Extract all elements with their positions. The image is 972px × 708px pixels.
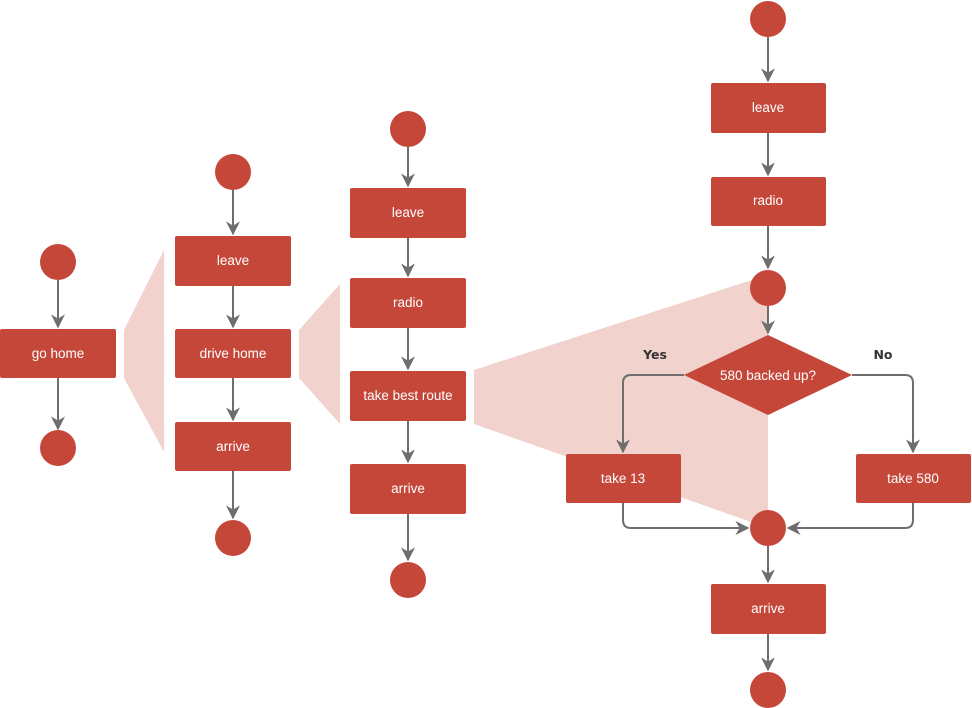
- end-node-level-2[interactable]: [215, 520, 251, 556]
- edge-l4-decision-take-580: [852, 374, 920, 454]
- action-label-take-best-route: take best route: [363, 388, 452, 403]
- start-node-level-4[interactable]: [750, 1, 786, 37]
- expansion-wedge-drive-home: [299, 284, 340, 424]
- junction-node-branch-start[interactable]: [750, 270, 786, 306]
- decision-label-580-backed-up: 580 backed up?: [720, 368, 816, 383]
- edge-label-yes: Yes: [642, 347, 667, 362]
- action-label-leave-l3: leave: [392, 205, 424, 220]
- junction-node-merge[interactable]: [750, 510, 786, 546]
- end-node-level-1[interactable]: [40, 430, 76, 466]
- action-label-leave-l2: leave: [217, 253, 249, 268]
- action-label-take-580: take 580: [887, 471, 939, 486]
- action-label-arrive-l3: arrive: [391, 481, 425, 496]
- end-node-level-3[interactable]: [390, 562, 426, 598]
- edge-l4-take-580-merge: [786, 503, 914, 535]
- edge-label-no: No: [873, 347, 892, 362]
- action-label-radio-l3: radio: [393, 295, 423, 310]
- expansion-wedge-go-home: [124, 250, 164, 452]
- action-label-leave-l4: leave: [752, 100, 784, 115]
- action-label-radio-l4: radio: [753, 193, 783, 208]
- flowchart-canvas: go home leave drive home arrive leave ra…: [0, 1, 971, 708]
- start-node-level-2[interactable]: [215, 154, 251, 190]
- end-node-level-4[interactable]: [750, 672, 786, 708]
- start-node-level-1[interactable]: [40, 244, 76, 280]
- action-label-arrive-l4: arrive: [751, 601, 785, 616]
- action-label-arrive-l2: arrive: [216, 439, 250, 454]
- action-label-drive-home: drive home: [200, 346, 267, 361]
- start-node-level-3[interactable]: [390, 111, 426, 147]
- action-label-take-13: take 13: [601, 471, 645, 486]
- action-label-go-home: go home: [32, 346, 85, 361]
